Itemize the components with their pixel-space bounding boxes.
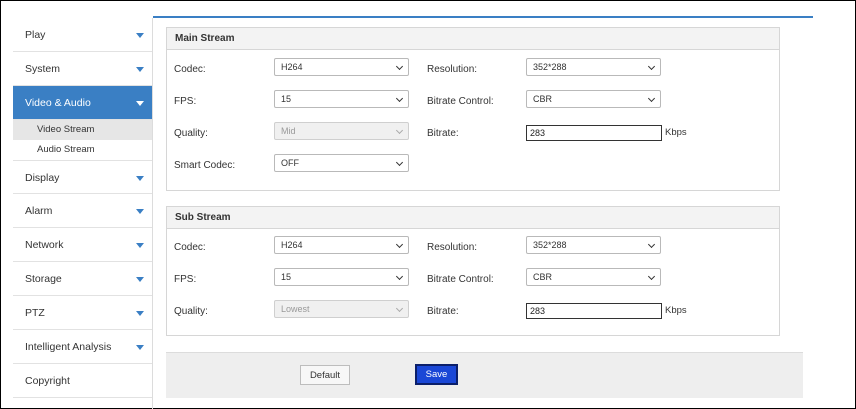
sub-stream-title: Sub Stream [167, 207, 779, 229]
codec-label: Codec: [174, 64, 206, 75]
sidebar-item-play[interactable]: Play [13, 18, 152, 52]
sidebar: Play System Video & Audio Video Stream A… [13, 18, 153, 409]
sub-quality-select: Lowest [274, 300, 409, 318]
smart-codec-label: Smart Codec: [174, 160, 236, 171]
sidebar-subitem-video-stream[interactable]: Video Stream [13, 120, 152, 140]
sidebar-item-copyright[interactable]: Copyright [13, 364, 152, 398]
sidebar-item-intelligent-analysis[interactable]: Intelligent Analysis [13, 330, 152, 364]
sidebar-item-label: Intelligent Analysis [25, 341, 112, 353]
sidebar-item-label: Display [25, 172, 60, 184]
sub-bitrate-input[interactable] [526, 303, 662, 319]
chevron-down-icon [647, 62, 656, 71]
main-codec-select[interactable]: H264 [274, 58, 409, 76]
sub-bitrate-control-value: CBR [533, 272, 553, 282]
chevron-down-icon [395, 304, 404, 313]
save-button[interactable]: Save [415, 364, 458, 385]
main-smart-codec-value: OFF [281, 158, 299, 168]
main-resolution-value: 352*288 [533, 62, 567, 72]
sub-resolution-select[interactable]: 352*288 [526, 236, 661, 254]
bitrate-label: Bitrate: [427, 128, 459, 139]
resolution-label: Resolution: [427, 64, 478, 75]
bitrate-control-label: Bitrate Control: [427, 274, 494, 285]
chevron-down-icon [136, 101, 144, 106]
chevron-down-icon [395, 158, 404, 167]
main-stream-title: Main Stream [167, 28, 779, 50]
chevron-down-icon [136, 277, 144, 282]
bitrate-label: Bitrate: [427, 306, 459, 317]
top-divider [153, 16, 813, 18]
bitrate-unit: Kbps [665, 127, 687, 138]
main-fps-select[interactable]: 15 [274, 90, 409, 108]
sidebar-item-label: Video & Audio [25, 97, 91, 109]
sub-stream-panel: Sub Stream Codec: H264 FPS: 15 Quality: … [166, 206, 780, 336]
chevron-down-icon [136, 345, 144, 350]
main-smart-codec-select[interactable]: OFF [274, 154, 409, 172]
main-resolution-select[interactable]: 352*288 [526, 58, 661, 76]
chevron-down-icon [647, 240, 656, 249]
main-quality-select: Mid [274, 122, 409, 140]
sidebar-item-storage[interactable]: Storage [13, 262, 152, 296]
quality-label: Quality: [174, 128, 208, 139]
chevron-down-icon [647, 272, 656, 281]
sidebar-item-label: Alarm [25, 205, 53, 217]
sub-fps-value: 15 [281, 272, 292, 282]
chevron-down-icon [395, 62, 404, 71]
sidebar-item-network[interactable]: Network [13, 228, 152, 262]
main-quality-value: Mid [281, 126, 296, 136]
app-frame: Play System Video & Audio Video Stream A… [0, 0, 856, 409]
chevron-down-icon [136, 67, 144, 72]
main-bitrate-control-select[interactable]: CBR [526, 90, 661, 108]
chevron-down-icon [136, 243, 144, 248]
resolution-label: Resolution: [427, 242, 478, 253]
main-codec-value: H264 [281, 62, 303, 72]
sidebar-item-label: PTZ [25, 307, 45, 319]
fps-label: FPS: [174, 274, 197, 285]
chevron-down-icon [395, 126, 404, 135]
codec-label: Codec: [174, 242, 206, 253]
bitrate-unit: Kbps [665, 305, 687, 316]
sidebar-item-ptz[interactable]: PTZ [13, 296, 152, 330]
quality-label: Quality: [174, 306, 208, 317]
sub-resolution-value: 352*288 [533, 240, 567, 250]
sidebar-item-label: Network [25, 239, 64, 251]
sidebar-subitem-audio-stream[interactable]: Audio Stream [13, 140, 152, 160]
sidebar-item-video-audio[interactable]: Video & Audio [13, 86, 152, 120]
bitrate-control-label: Bitrate Control: [427, 96, 494, 107]
action-bar: Default Save [166, 352, 803, 398]
sub-bitrate-control-select[interactable]: CBR [526, 268, 661, 286]
sidebar-item-label: Play [25, 29, 46, 41]
sidebar-item-system[interactable]: System [13, 52, 152, 86]
sidebar-item-label: Storage [25, 273, 62, 285]
sidebar-item-label: System [25, 63, 61, 75]
sub-codec-select[interactable]: H264 [274, 236, 409, 254]
chevron-down-icon [136, 209, 144, 214]
chevron-down-icon [395, 272, 404, 281]
chevron-down-icon [136, 33, 144, 38]
fps-label: FPS: [174, 96, 197, 107]
chevron-down-icon [136, 311, 144, 316]
default-button[interactable]: Default [300, 365, 350, 385]
main-bitrate-input[interactable] [526, 125, 662, 141]
chevron-down-icon [395, 240, 404, 249]
main-fps-value: 15 [281, 94, 292, 104]
sidebar-item-label: Copyright [25, 375, 70, 387]
main-stream-panel: Main Stream Codec: H264 FPS: 15 Quality:… [166, 27, 780, 191]
main-bitrate-control-value: CBR [533, 94, 553, 104]
chevron-down-icon [136, 176, 144, 181]
chevron-down-icon [395, 94, 404, 103]
sub-codec-value: H264 [281, 240, 303, 250]
sidebar-item-alarm[interactable]: Alarm [13, 194, 152, 228]
chevron-down-icon [647, 94, 656, 103]
sub-quality-value: Lowest [281, 304, 310, 314]
sidebar-item-display[interactable]: Display [13, 160, 152, 194]
sub-fps-select[interactable]: 15 [274, 268, 409, 286]
